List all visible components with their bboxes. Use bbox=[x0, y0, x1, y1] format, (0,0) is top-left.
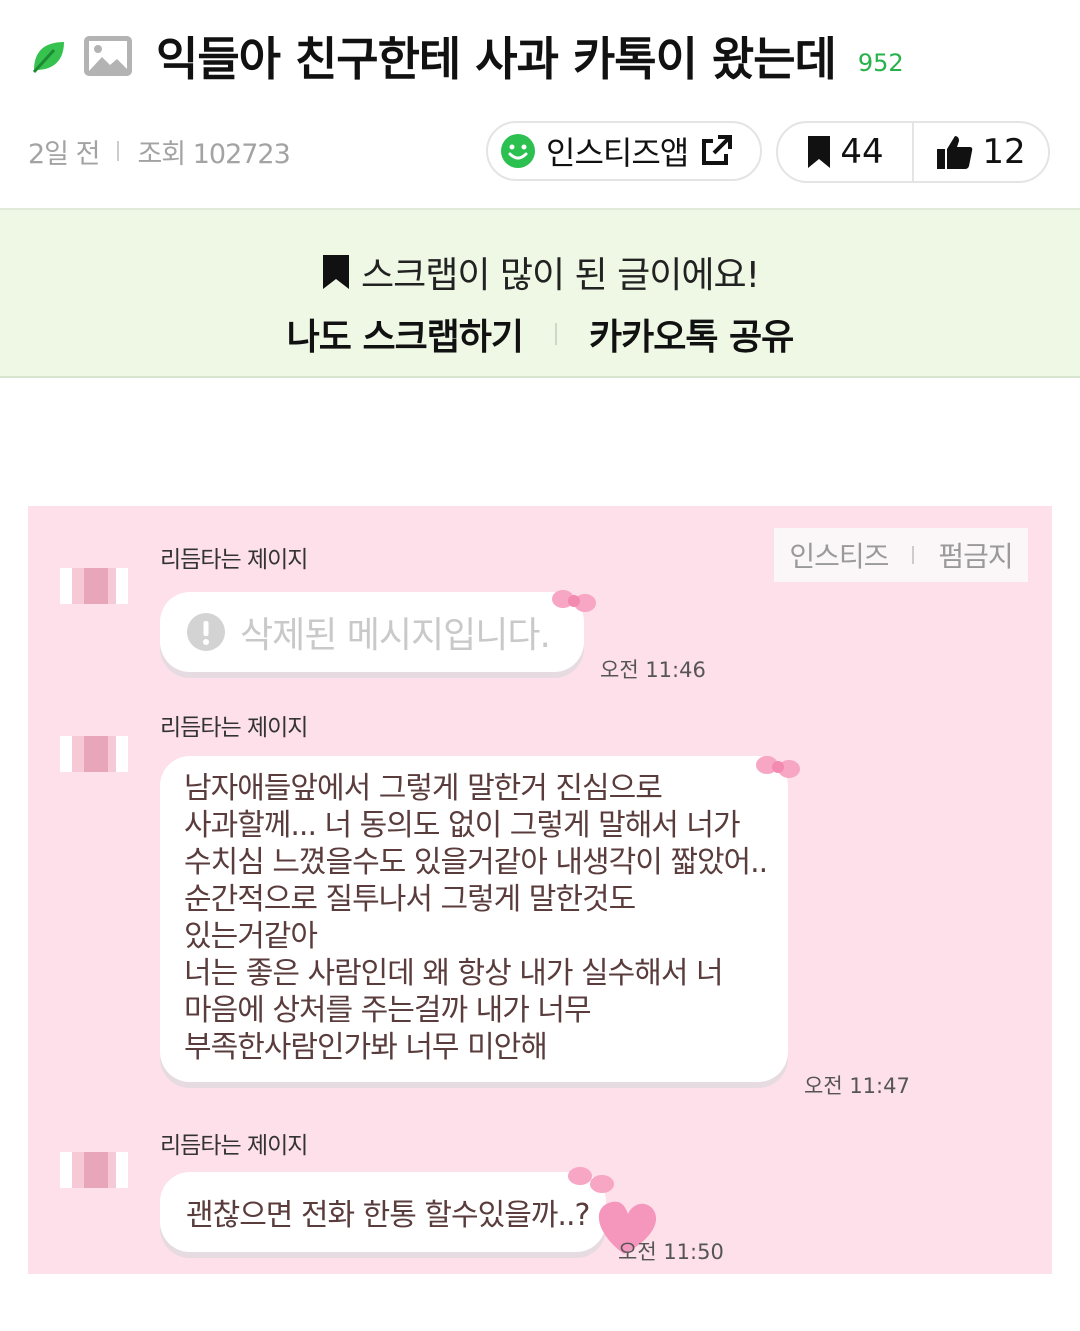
banner-message-row: 스크랩이 많이 된 글이에요! bbox=[0, 246, 1080, 298]
thumbs-up-icon bbox=[937, 136, 973, 169]
sender-name: 리듬타는 제이지 bbox=[160, 1133, 308, 1159]
open-app-label: 인스티즈앱 bbox=[546, 134, 689, 172]
leaf-icon bbox=[32, 42, 64, 74]
avatar bbox=[60, 568, 128, 604]
message-text: 괜찮으면 전화 한통 할수있을까..? bbox=[186, 1198, 590, 1233]
message-line: 있는거같아 bbox=[184, 919, 318, 954]
message-line: 사과할께... 너 동의도 없이 그렇게 말해서 너가 bbox=[184, 808, 741, 843]
view-count: 조회 102723 bbox=[137, 138, 290, 170]
message-line: 마음에 상처를 주는걸까 내가 너무 bbox=[184, 993, 592, 1028]
message-line: 남자애들앞에서 그렇게 말한거 진심으로 bbox=[184, 771, 663, 806]
warning-icon bbox=[187, 613, 225, 651]
message-time: 오전 11:46 bbox=[600, 658, 706, 682]
sender-name: 리듬타는 제이지 bbox=[160, 715, 308, 741]
message-line: 순간적으로 질투나서 그렇게 말한것도 bbox=[184, 882, 636, 917]
message-bubble: 남자애들앞에서 그렇게 말한거 진심으로 사과할께... 너 동의도 없이 그렇… bbox=[160, 756, 788, 1082]
bookmark-icon bbox=[322, 255, 349, 289]
banner-divider bbox=[555, 323, 558, 345]
message-bubble: 괜찮으면 전화 한통 할수있을까..? bbox=[160, 1172, 606, 1252]
scrap-action-button[interactable]: 나도 스크랩하기 bbox=[287, 308, 524, 360]
external-link-icon bbox=[702, 135, 733, 165]
avatar bbox=[60, 736, 128, 772]
like-count: 12 bbox=[982, 132, 1026, 172]
scrap-button[interactable]: 44 bbox=[778, 123, 912, 181]
scrap-banner: 스크랩이 많이 된 글이에요! 나도 스크랩하기 카카오톡 공유 bbox=[0, 208, 1080, 378]
bookmark-icon bbox=[808, 136, 831, 168]
banner-actions: 나도 스크랩하기 카카오톡 공유 bbox=[0, 308, 1080, 360]
bow-icon bbox=[552, 590, 596, 612]
message-time: 오전 11:47 bbox=[804, 1074, 910, 1098]
message-time: 오전 11:50 bbox=[618, 1240, 724, 1264]
post-meta: 2일 전 조회 102723 bbox=[28, 130, 291, 172]
post-stats: 44 12 bbox=[776, 121, 1050, 183]
like-button[interactable]: 12 bbox=[912, 123, 1048, 181]
watermark-site: 인스티즈 bbox=[789, 540, 889, 573]
scrap-count: 44 bbox=[840, 132, 884, 172]
post-time: 2일 전 bbox=[28, 138, 100, 170]
kakaotalk-share-button[interactable]: 카카오톡 공유 bbox=[589, 308, 794, 360]
watermark: 인스티즈 펌금지 bbox=[774, 528, 1028, 582]
sender-name: 리듬타는 제이지 bbox=[160, 547, 308, 573]
meta-divider bbox=[117, 141, 120, 161]
message-line: 수치심 느꼈을수도 있을거같아 내생각이 짧았어.. bbox=[184, 845, 768, 880]
avatar bbox=[60, 1152, 128, 1188]
open-app-button[interactable]: 인스티즈앱 bbox=[486, 121, 762, 181]
post-title: 익들아 친구한테 사과 카톡이 왔는데 bbox=[156, 32, 837, 86]
watermark-divider bbox=[912, 546, 915, 564]
deleted-message-text: 삭제된 메시지입니다. bbox=[240, 615, 551, 656]
deleted-message-bubble: 삭제된 메시지입니다. bbox=[160, 592, 584, 672]
message-line: 부족한사람인가봐 너무 미안해 bbox=[184, 1030, 548, 1065]
bow-icon bbox=[756, 756, 800, 778]
chat-screenshot: 인스티즈 펌금지 리듬타는 제이지 삭제된 메시지입니다. 오전 11:46 리… bbox=[28, 506, 1052, 1274]
post-title-row: 익들아 친구한테 사과 카톡이 왔는데 952 bbox=[28, 24, 904, 88]
comment-count[interactable]: 952 bbox=[858, 49, 904, 77]
watermark-no-repost: 펌금지 bbox=[938, 540, 1013, 573]
message-line: 너는 좋은 사람인데 왜 항상 내가 실수해서 너 bbox=[184, 956, 724, 991]
image-icon bbox=[84, 36, 132, 76]
banner-message: 스크랩이 많이 된 글이에요! bbox=[360, 255, 760, 296]
smile-icon bbox=[501, 134, 535, 168]
